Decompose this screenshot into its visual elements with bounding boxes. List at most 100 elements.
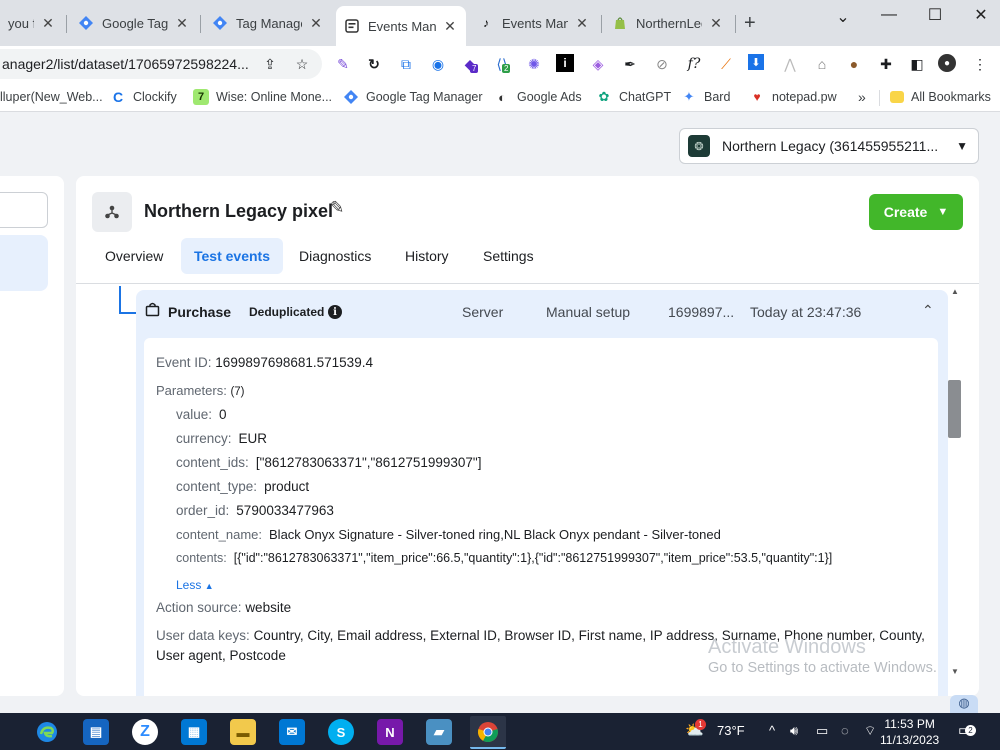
edge-icon[interactable] — [34, 719, 60, 745]
minimize-button[interactable]: — — [866, 0, 912, 30]
eyedropper-icon[interactable]: ✒ — [620, 54, 640, 74]
tag-extension-icon[interactable]: ⌂ — [812, 54, 832, 74]
bookmark-star-icon[interactable]: ☆ — [292, 54, 312, 74]
chevron-up-icon[interactable]: ⌃ — [922, 302, 934, 319]
tab-separator — [601, 15, 602, 33]
scrollbar[interactable]: ▲ ▼ — [946, 283, 964, 683]
all-bookmarks-button[interactable]: All Bookmarks — [890, 88, 991, 106]
clock[interactable]: 11:53 PM 11/13/2023 — [880, 716, 939, 748]
browser-tab-5[interactable]: ♪ Events Mana ✕ — [470, 8, 598, 38]
weather-icon[interactable]: ⛅ 1 — [685, 719, 706, 739]
tab-test-events[interactable]: Test events — [181, 238, 283, 274]
skype-icon[interactable]: S — [328, 719, 354, 745]
gem-extension-icon[interactable]: ◆7 — [460, 54, 480, 74]
notification-icon[interactable]: ▭2 — [958, 721, 976, 739]
code-extension-icon[interactable]: ⟨⟩2 — [492, 54, 512, 74]
brush-extension-icon[interactable]: ⟋ — [716, 54, 736, 74]
browser-tab-active[interactable]: Events Mana ✕ — [336, 6, 466, 46]
notes-app-icon[interactable]: ▰ — [426, 719, 452, 745]
page-title: Northern Legacy pixel — [144, 201, 334, 221]
file-explorer-app-icon[interactable]: ▤ — [83, 719, 109, 745]
network-icon[interactable]: ◌ — [841, 723, 849, 738]
wifi-icon[interactable]: ⌔ — [864, 723, 876, 739]
scrollbar-thumb[interactable] — [948, 380, 961, 438]
bookmark-item[interactable]: C Clockify — [110, 88, 177, 106]
close-icon[interactable]: ✕ — [174, 15, 190, 32]
bookmark-item[interactable]: ♥ notepad.pw — [749, 88, 836, 106]
bookmark-item[interactable]: ◐ Google Ads — [494, 88, 582, 106]
close-icon[interactable]: ✕ — [442, 18, 458, 35]
pixel-details-card: Northern Legacy pixel ✎ Create ▼ Overvie… — [76, 176, 979, 696]
less-link[interactable]: Less ▲ — [176, 578, 214, 592]
tab-overview[interactable]: Overview — [92, 238, 176, 274]
browser-tab-2[interactable]: Google Tag M ✕ — [70, 8, 198, 38]
globe-icon[interactable]: ◍ — [950, 695, 978, 713]
mountain-extension-icon[interactable]: ⋀ — [780, 54, 800, 74]
tab-settings[interactable]: Settings — [470, 238, 547, 274]
bookmarks-overflow-button[interactable]: » — [858, 88, 866, 106]
create-button[interactable]: Create ▼ — [869, 194, 963, 230]
purple-extension-icon[interactable]: ◈ — [588, 54, 608, 74]
battery-icon[interactable]: ▭ — [816, 723, 828, 739]
action-source-value: website — [245, 600, 292, 615]
event-id-label: Event ID: — [156, 355, 212, 370]
store-icon[interactable]: ▦ — [181, 719, 207, 745]
bookmark-item[interactable]: lluper(New_Web... — [0, 88, 103, 106]
bookmark-item[interactable]: ✦ Bard — [681, 88, 731, 106]
scroll-up-arrow-icon[interactable]: ▲ — [951, 287, 959, 296]
compass-icon[interactable]: ⊘ — [652, 54, 672, 74]
volume-icon[interactable]: 🔊︎ — [790, 723, 798, 739]
tab-search-icon[interactable]: ⌄ — [820, 2, 866, 32]
folder-icon[interactable]: ▬ — [230, 719, 256, 745]
maximize-button[interactable]: ☐ — [912, 0, 958, 30]
browser-tab-1[interactable]: you fo ✕ — [0, 8, 64, 38]
close-icon[interactable]: ✕ — [40, 15, 56, 32]
parameters-header: Parameters: (7) — [156, 383, 245, 398]
close-icon[interactable]: ✕ — [708, 15, 724, 32]
search-input[interactable] — [0, 192, 48, 228]
taskbar-app[interactable] — [0, 719, 14, 745]
cookie-icon[interactable]: ● — [844, 54, 864, 74]
download-extension-icon[interactable]: ⬇ — [748, 54, 764, 70]
menu-kebab-icon[interactable]: ⋮ — [970, 54, 990, 74]
onenote-icon[interactable]: N — [377, 719, 403, 745]
gear-extension-icon[interactable]: ✺ — [524, 54, 544, 74]
refresh-extension-icon[interactable]: ↻ — [364, 54, 384, 74]
window-extension-icon[interactable]: ⧉ — [396, 54, 416, 74]
create-label: Create — [883, 204, 928, 220]
pencil-edit-icon[interactable]: ✎ — [330, 198, 344, 218]
info-extension-icon[interactable]: i — [556, 54, 574, 72]
chrome-icon[interactable] — [470, 716, 506, 749]
info-icon[interactable]: i — [328, 305, 342, 319]
event-row-header[interactable]: Purchase Deduplicated i Server Manual se… — [136, 290, 948, 334]
account-selector[interactable]: ❂ Northern Legacy (361455955211... ▼ — [679, 128, 979, 164]
close-icon[interactable]: ✕ — [574, 15, 590, 32]
browser-tab-6[interactable]: NorthernLeg ✕ — [604, 8, 732, 38]
side-panel-icon[interactable]: ◧ — [907, 54, 927, 74]
share-icon[interactable]: ⇪ — [260, 54, 280, 74]
google-tag-manager-icon — [78, 15, 94, 31]
new-tab-button[interactable]: + — [744, 12, 756, 35]
parameter-key: order_id: — [176, 503, 230, 518]
parameter-value: product — [264, 479, 310, 494]
font-finder-icon[interactable]: f? — [684, 54, 704, 74]
zoom-icon[interactable]: Z — [132, 719, 158, 745]
pen-extension-icon[interactable]: ✎ — [333, 54, 353, 74]
tab-diagnostics[interactable]: Diagnostics — [286, 238, 384, 274]
scroll-down-arrow-icon[interactable]: ▼ — [951, 667, 959, 676]
browser-tab-3[interactable]: Tag Manage ✕ — [204, 8, 332, 38]
user-data-label: User data keys: — [156, 628, 250, 643]
chevron-up-icon[interactable]: ^ — [769, 723, 775, 738]
bookmark-item[interactable]: ✿ ChatGPT — [596, 88, 672, 106]
tab-history[interactable]: History — [392, 238, 462, 274]
close-icon[interactable]: ✕ — [308, 15, 324, 32]
eye-extension-icon[interactable]: ◉ — [428, 54, 448, 74]
profile-avatar[interactable]: ● — [938, 54, 956, 72]
extensions-puzzle-icon[interactable]: ✚ — [876, 54, 896, 74]
action-source-row: Action source: website — [156, 600, 291, 615]
selected-data-source[interactable] — [0, 235, 48, 291]
close-window-button[interactable]: ✕ — [958, 0, 1000, 30]
mail-icon[interactable]: ✉ — [279, 719, 305, 745]
bookmark-item[interactable]: 7 Wise: Online Mone... — [193, 88, 332, 106]
bookmark-item[interactable]: Google Tag Manager — [343, 88, 483, 106]
